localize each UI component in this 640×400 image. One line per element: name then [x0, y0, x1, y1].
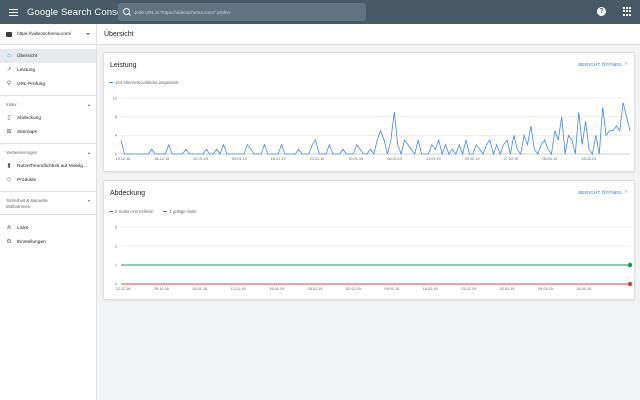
x-tick-label: 06.03.19: [542, 157, 557, 161]
x-tick-label: 26.12.18: [154, 157, 169, 161]
x-tick-label: 27.02.19: [504, 157, 519, 161]
chevron-up-icon: ▾: [87, 151, 90, 156]
y-tick-label: 3: [115, 225, 117, 229]
search-icon: [118, 3, 134, 21]
x-tick-label: 26.01.19: [308, 287, 323, 291]
sidebar-item-coverage[interactable]: ▯ Abdeckung: [0, 111, 96, 125]
y-tick-label: 12: [113, 96, 117, 100]
divider: [0, 214, 96, 215]
y-tick-label: 8: [115, 115, 117, 119]
sidebar-item-settings[interactable]: ⚙ Einstellungen: [0, 235, 96, 249]
y-tick-label: 2: [115, 244, 117, 248]
top-app-bar: Google Search Console ?: [0, 0, 640, 24]
x-tick-label: 22.12.18: [116, 287, 131, 291]
gear-icon: ⚙: [6, 239, 12, 245]
app-title[interactable]: Google Search Console: [27, 7, 130, 18]
y-tick-label: 0: [115, 282, 117, 286]
series-end-point: [627, 281, 633, 287]
sidebar-item-label: URL-Prüfung: [17, 81, 45, 87]
x-tick-label: 20.02.19: [465, 157, 480, 161]
x-tick-label: 23.02.19: [461, 287, 476, 291]
search-icon: ⚲: [6, 81, 12, 87]
x-tick-label: 16.03.19: [576, 287, 591, 291]
divider: [0, 191, 96, 192]
y-tick-label: 0: [115, 152, 117, 156]
sidebar-item-url-inspection[interactable]: ⚲ URL-Prüfung: [0, 77, 96, 91]
x-tick-label: 09.03.19: [538, 287, 553, 291]
x-tick-label: 09.01.19: [232, 157, 247, 161]
series-end-point: [627, 262, 633, 268]
page-title: Übersicht: [97, 24, 640, 45]
chevron-up-icon: ▾: [87, 103, 90, 108]
x-tick-label: 13.02.19: [426, 157, 441, 161]
x-tick-label: 29.12.18: [154, 287, 169, 291]
y-tick-label: 4: [115, 134, 117, 138]
x-tick-label: 16.02.19: [423, 287, 438, 291]
performance-card: Leistung BERICHT ÖFFNEN › 144 Internetsu…: [103, 52, 635, 172]
sidebar-item-overview[interactable]: ⌂ Übersicht: [0, 49, 96, 63]
sidebar-item-label: Produkte: [17, 177, 37, 183]
chevron-down-icon: ▾: [87, 198, 90, 203]
series-line: [120, 102, 631, 156]
x-tick-label: 09.02.19: [384, 287, 399, 291]
property-url: https://videoschema.com/: [17, 31, 72, 37]
trending-icon: ↗: [6, 67, 12, 73]
search-box[interactable]: [118, 3, 366, 21]
x-tick-label: 23.01.19: [310, 157, 325, 161]
diamond-icon: ◇: [6, 177, 12, 183]
x-tick-label: 19.12.18: [116, 157, 131, 161]
sidebar-item-label: Übersicht: [17, 53, 38, 59]
sidebar-item-label: Einstellungen: [17, 239, 46, 245]
home-icon: ⌂: [7, 53, 11, 59]
sidebar-item-sitemaps[interactable]: ⊞ Sitemaps: [0, 125, 96, 139]
x-tick-label: 19.01.19: [269, 287, 284, 291]
sitemap-icon: ⊞: [6, 129, 12, 135]
x-tick-label: 02.03.19: [500, 287, 515, 291]
sidebar-item-label: Links: [17, 225, 29, 231]
sidebar-item-links[interactable]: ⋔ Links: [0, 221, 96, 235]
sidebar-item-mobile-usability[interactable]: ▮ Nutzerfreundlichkeit auf Mobilg...: [0, 159, 96, 173]
sidebar-item-label: Sitemaps: [17, 129, 37, 135]
coverage-chart[interactable]: 0 1 2 3 22.12.18 29.12.18 05.01.19 12.01.19 19.0…: [104, 181, 636, 301]
property-icon: [6, 31, 12, 37]
apps-grid-icon[interactable]: [623, 7, 632, 16]
links-icon: ⋔: [6, 225, 12, 231]
help-icon[interactable]: ?: [597, 7, 606, 16]
x-tick-label: 02.01.19: [193, 157, 208, 161]
url-inspection-input[interactable]: [134, 9, 354, 15]
x-tick-label: 05.01.19: [192, 287, 207, 291]
x-tick-label: 30.01.19: [348, 157, 363, 161]
x-tick-label: 02.02.19: [346, 287, 361, 291]
property-selector[interactable]: https://videoschema.com/: [0, 24, 96, 45]
sidebar-item-label: Leistung: [17, 67, 36, 73]
caret-down-icon: [86, 33, 90, 35]
sidebar-item-label: Abdeckung: [17, 115, 42, 121]
x-tick-label: 13.03.19: [581, 157, 596, 161]
x-tick-label: 16.01.19: [271, 157, 286, 161]
phone-icon: ▮: [7, 163, 11, 169]
coverage-card: Abdeckung BERICHT ÖFFNEN › 0 Seiten mit …: [103, 180, 635, 300]
x-tick-label: 12.01.19: [231, 287, 246, 291]
file-icon: ▯: [7, 115, 11, 121]
performance-chart[interactable]: 0 4 8 12 19.12.18 26.12.18 02.01.19 09.01.19 16.…: [104, 53, 636, 173]
menu-icon[interactable]: [2, 0, 24, 24]
sidebar: https://videoschema.com/ ⌂ Übersicht ↗ L…: [0, 24, 97, 400]
x-tick-label: 06.02.19: [387, 157, 402, 161]
divider: [0, 95, 96, 96]
y-tick-label: 1: [115, 263, 117, 267]
divider: [0, 143, 96, 144]
sidebar-item-products[interactable]: ◇ Produkte: [0, 173, 96, 187]
sidebar-item-performance[interactable]: ↗ Leistung: [0, 63, 96, 77]
section-header-security[interactable]: Sicherheit & Manuelle Maßnahmen ▾: [0, 198, 96, 210]
sidebar-item-label: Nutzerfreundlichkeit auf Mobilg...: [17, 163, 87, 169]
